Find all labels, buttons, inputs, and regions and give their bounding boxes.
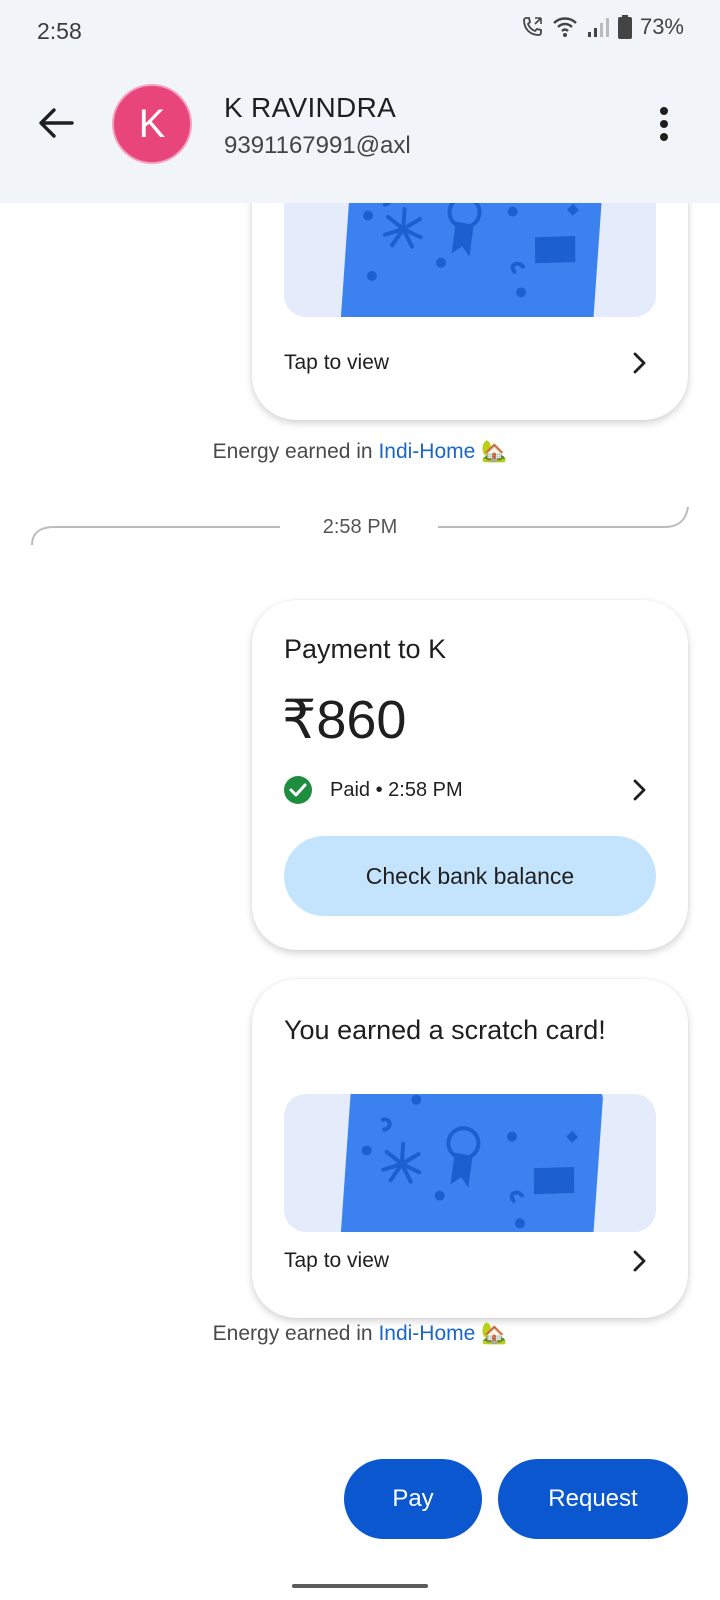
scratch-card[interactable]: You earned a scratch card! Tap to view <box>252 979 688 1318</box>
scratch-card-illustration-icon <box>340 1094 603 1232</box>
scratch-card-art <box>284 203 656 317</box>
house-icon: 🏡 <box>481 440 508 463</box>
energy-earned-note: Energy earned in Indi-Home 🏡 <box>0 1322 720 1346</box>
more-vert-icon <box>660 107 668 141</box>
payment-card[interactable]: Payment to K ₹860 Paid • 2:58 PM Check b… <box>252 600 688 950</box>
chevron-right-icon <box>633 779 646 801</box>
scratch-card-illustration-icon <box>340 203 603 317</box>
energy-earned-note: Energy earned in Indi-Home 🏡 <box>0 440 720 464</box>
wifi-icon <box>552 16 578 38</box>
home-indicator[interactable] <box>292 1584 428 1588</box>
payment-title: Payment to K <box>284 634 447 664</box>
scratch-card-art <box>284 1094 656 1232</box>
house-icon: 🏡 <box>481 1322 508 1345</box>
avatar[interactable]: K <box>112 84 192 164</box>
battery-icon <box>617 15 632 39</box>
tap-to-view-label: Tap to view <box>284 1249 390 1272</box>
indi-home-link[interactable]: Indi-Home <box>378 440 475 463</box>
indi-home-link[interactable]: Indi-Home <box>378 1322 475 1345</box>
arrow-left-icon <box>39 108 74 138</box>
chat-thread[interactable]: Tap to view Energy earned in Indi-Home 🏡… <box>0 203 720 1600</box>
chevron-right-icon <box>633 1250 646 1272</box>
more-options-button[interactable] <box>644 100 684 148</box>
tap-to-view-row[interactable]: Tap to view <box>284 351 648 375</box>
energy-prefix: Energy earned in <box>212 440 379 463</box>
status-time: 2:58 <box>37 18 82 44</box>
payment-status-row[interactable]: Paid • 2:58 PM <box>284 776 648 804</box>
divider-time: 2:58 PM <box>322 516 398 538</box>
back-button[interactable] <box>30 97 82 149</box>
signal-icon <box>586 16 610 38</box>
payment-status-text: Paid • 2:58 PM <box>330 778 463 801</box>
scratch-card-previous[interactable]: Tap to view <box>252 203 688 420</box>
check-bank-balance-button[interactable]: Check bank balance <box>284 836 656 916</box>
tap-to-view-row[interactable]: Tap to view <box>284 1249 648 1273</box>
contact-upi-id: 9391167991@axl <box>224 132 411 159</box>
status-icons: 73% <box>520 14 684 40</box>
payment-amount: ₹860 <box>282 690 407 750</box>
check-circle-icon <box>284 776 312 804</box>
request-button[interactable]: Request <box>498 1459 688 1539</box>
call-icon <box>520 15 544 39</box>
chat-header: K K RAVINDRA 9391167991@axl <box>0 62 720 203</box>
scratch-card-title: You earned a scratch card! <box>284 1015 606 1045</box>
battery-percent: 73% <box>639 14 684 39</box>
energy-prefix: Energy earned in <box>212 1322 379 1345</box>
tap-to-view-label: Tap to view <box>284 351 390 374</box>
pay-button[interactable]: Pay <box>344 1459 482 1539</box>
contact-name: K RAVINDRA <box>224 92 397 123</box>
chevron-right-icon <box>633 352 646 374</box>
status-bar: 2:58 73% <box>0 0 720 62</box>
